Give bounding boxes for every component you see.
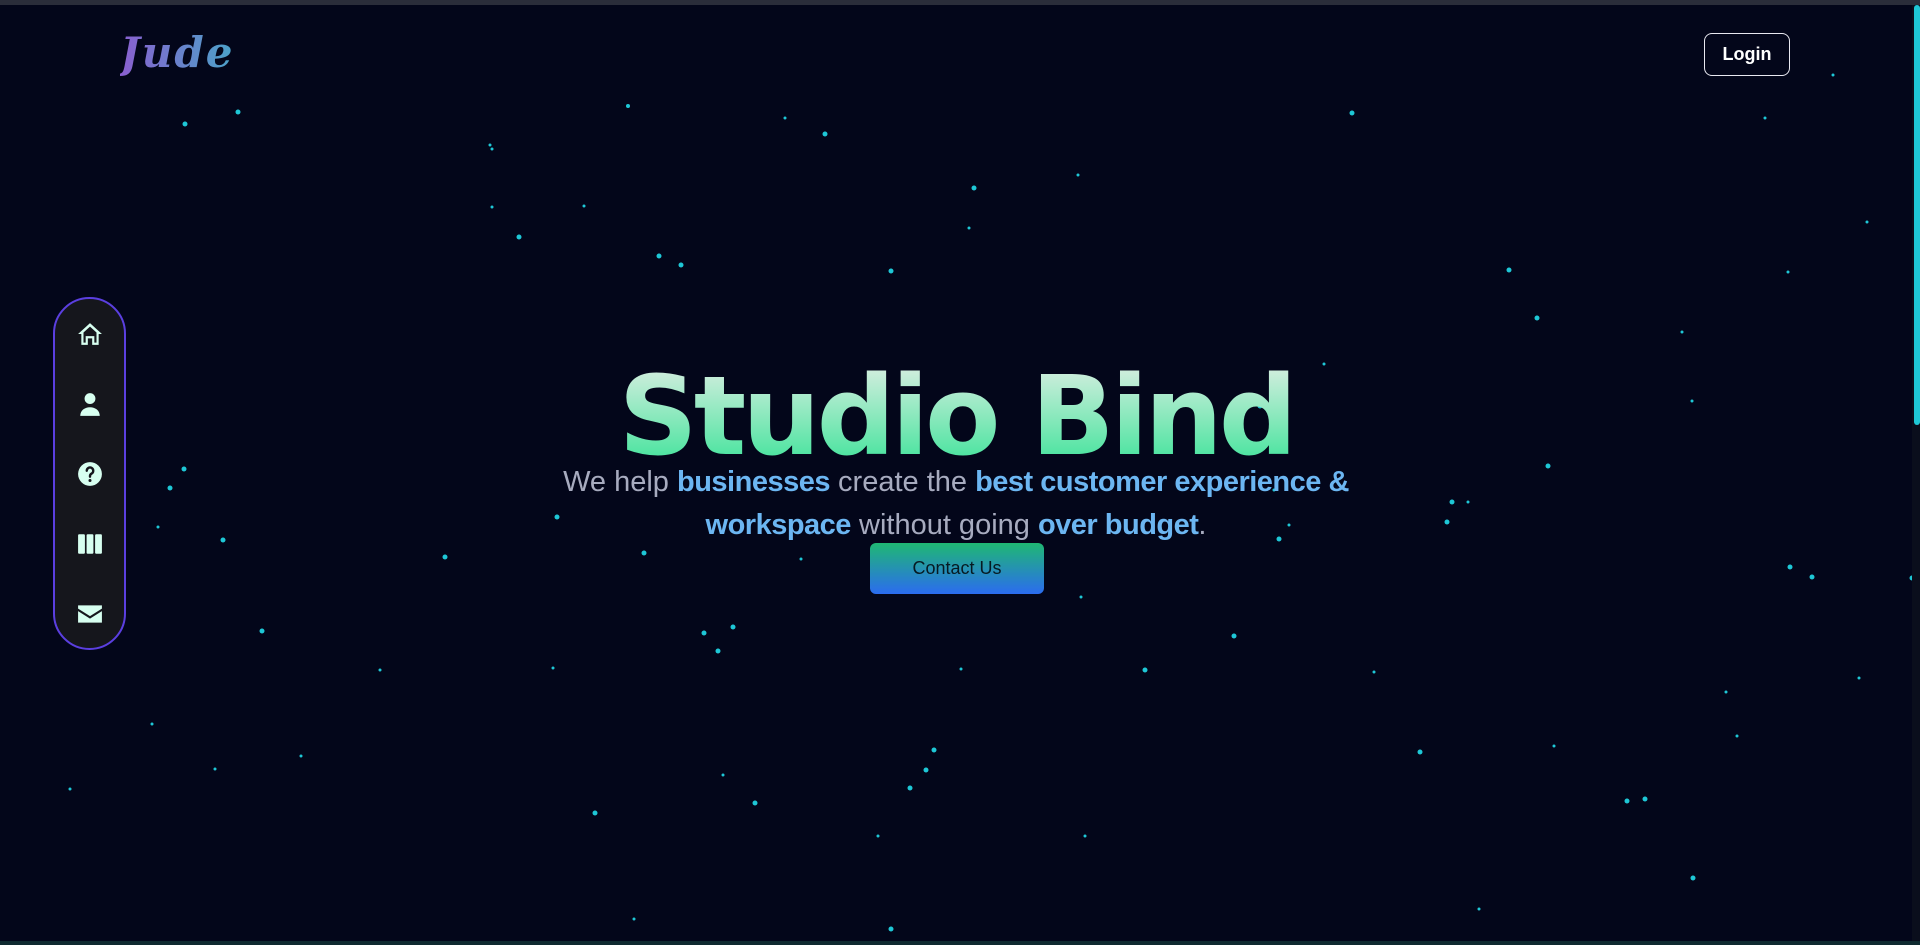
logo[interactable]: Jude bbox=[120, 28, 235, 77]
star-dot bbox=[1680, 330, 1684, 334]
star-dot bbox=[1534, 315, 1540, 321]
star-dot bbox=[167, 485, 173, 491]
star-dot bbox=[1865, 220, 1869, 224]
star-dot bbox=[156, 525, 160, 529]
star-dot bbox=[967, 226, 971, 230]
envelope-icon bbox=[77, 601, 103, 632]
bottom-edge bbox=[0, 941, 1920, 945]
nav-contact[interactable] bbox=[73, 599, 107, 633]
star-dot bbox=[1349, 110, 1355, 116]
star-dot bbox=[1809, 574, 1815, 580]
star-dot bbox=[1552, 744, 1556, 748]
star-dot bbox=[923, 767, 929, 773]
star-dot bbox=[551, 666, 555, 670]
star-dot bbox=[715, 648, 721, 654]
star-dot bbox=[1724, 690, 1728, 694]
home-icon bbox=[77, 321, 103, 352]
star-dot bbox=[442, 554, 448, 560]
star-dot bbox=[1466, 500, 1470, 504]
star-dot bbox=[1417, 749, 1423, 755]
star-dot bbox=[721, 773, 725, 777]
star-dot bbox=[1831, 73, 1835, 77]
star-dot bbox=[1372, 670, 1376, 674]
star-dot bbox=[1786, 270, 1790, 274]
star-dot bbox=[1076, 173, 1080, 177]
star-dot bbox=[182, 121, 188, 127]
star-dot bbox=[632, 917, 636, 921]
star-dot bbox=[1444, 519, 1450, 525]
star-dot bbox=[1624, 798, 1630, 804]
star-dot bbox=[1142, 667, 1148, 673]
star-dot bbox=[1079, 595, 1083, 599]
star-dot bbox=[730, 624, 736, 630]
star-dot bbox=[1763, 116, 1767, 120]
star-dot bbox=[783, 116, 787, 120]
star-dot bbox=[799, 557, 803, 561]
star-dot bbox=[1231, 633, 1237, 639]
star-dot bbox=[1787, 564, 1793, 570]
hero-tagline: We help businesses create the best custo… bbox=[563, 466, 1349, 541]
star-dot bbox=[1506, 267, 1512, 273]
star-dot bbox=[150, 722, 154, 726]
star-dot bbox=[752, 800, 758, 806]
star-dot bbox=[378, 668, 382, 672]
star-dot bbox=[235, 109, 241, 115]
star-dot bbox=[678, 262, 684, 268]
contact-us-button[interactable]: Contact Us bbox=[870, 543, 1044, 594]
star-dot bbox=[1449, 499, 1455, 505]
star-dot bbox=[68, 787, 72, 791]
star-dot bbox=[888, 268, 894, 274]
star-dot bbox=[701, 630, 707, 636]
star-dot bbox=[1642, 796, 1648, 802]
star-dot bbox=[259, 628, 265, 634]
star-dot bbox=[516, 234, 522, 240]
star-dot bbox=[582, 204, 586, 208]
star-dot bbox=[656, 253, 662, 259]
star-dot bbox=[959, 667, 963, 671]
star-dot bbox=[876, 834, 880, 838]
star-dot bbox=[1477, 907, 1481, 911]
star-dot bbox=[971, 185, 977, 191]
nav-home[interactable] bbox=[73, 319, 107, 353]
star-dot bbox=[1735, 734, 1739, 738]
star-dot bbox=[490, 147, 494, 151]
star-dot bbox=[490, 205, 494, 209]
columns-icon bbox=[77, 531, 103, 562]
star-dot bbox=[641, 550, 647, 556]
star-dot bbox=[220, 537, 226, 543]
nav-projects[interactable] bbox=[73, 529, 107, 563]
star-dot bbox=[931, 747, 937, 753]
star-dot bbox=[888, 926, 894, 932]
star-dot bbox=[822, 131, 828, 137]
star-dot bbox=[1857, 676, 1861, 680]
star-dot bbox=[592, 810, 598, 816]
star-dot bbox=[907, 785, 913, 791]
star-dot bbox=[299, 754, 303, 758]
star-dot bbox=[488, 143, 492, 147]
star-dot bbox=[213, 767, 217, 771]
star-dot bbox=[1083, 834, 1087, 838]
scrollbar-thumb[interactable] bbox=[1914, 5, 1920, 425]
star-dot bbox=[1690, 875, 1696, 881]
login-button[interactable]: Login bbox=[1704, 33, 1790, 76]
star-dot bbox=[626, 104, 630, 108]
